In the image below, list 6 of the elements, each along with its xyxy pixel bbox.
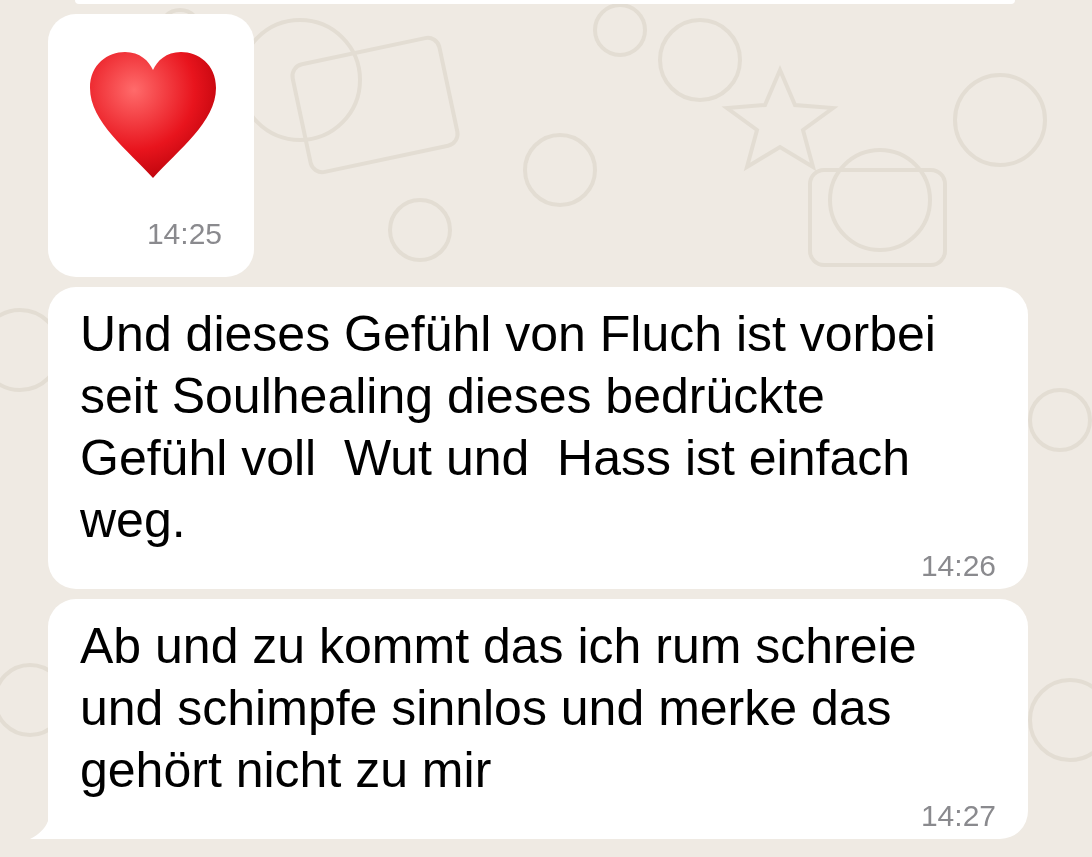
message-time: 14:26: [920, 551, 996, 581]
heart-icon: [88, 50, 218, 180]
message-time: 14:25: [146, 216, 222, 252]
message-text: Und dieses Gefühl von Fluch ist vorbei seit Soulhealing dieses bedrückte Gefühl voll Wut und Hass ist einfach weg.: [80, 305, 937, 550]
message-time: 14:27: [920, 801, 996, 831]
message-text: Ab und zu kommt das ich rum schreie und schimpfe sinnlos und merke das gehört nicht zu mir: [80, 617, 918, 800]
